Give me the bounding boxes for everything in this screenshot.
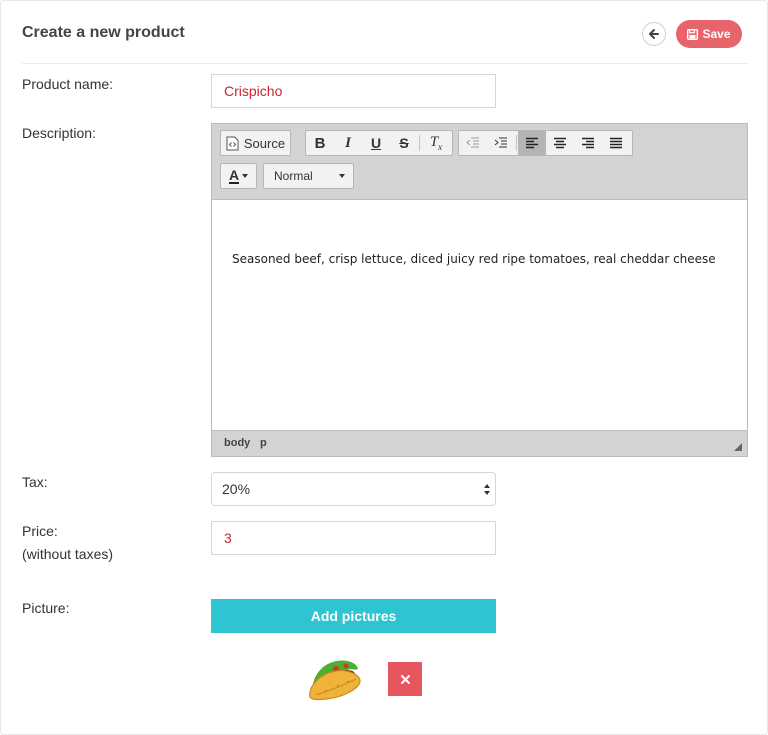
add-pictures-button[interactable]: Add pictures bbox=[211, 599, 496, 633]
arrow-left-icon bbox=[649, 29, 659, 39]
save-button-label: Save bbox=[702, 27, 731, 41]
editor-toolbar: Source B I U S Tx A Normal bbox=[212, 124, 747, 200]
source-button[interactable]: Source bbox=[221, 131, 290, 155]
text-color-icon: A bbox=[228, 166, 240, 184]
align-left-button[interactable] bbox=[518, 131, 546, 155]
align-center-button[interactable] bbox=[546, 131, 574, 155]
paragraph-group bbox=[458, 130, 633, 156]
price-sublabel: (without taxes) bbox=[22, 546, 114, 562]
header-divider bbox=[22, 63, 749, 64]
path-body[interactable]: body bbox=[224, 437, 250, 449]
description-label: Description: bbox=[22, 125, 96, 141]
outdent-icon bbox=[466, 137, 479, 148]
indent-icon bbox=[494, 137, 507, 148]
italic-icon: I bbox=[345, 134, 351, 151]
price-label: Price: bbox=[22, 523, 58, 539]
toolbar-separator bbox=[516, 135, 517, 151]
description-editor: Source B I U S Tx A Normal Seasoned beef… bbox=[211, 123, 748, 457]
source-icon bbox=[226, 136, 239, 150]
underline-icon: U bbox=[370, 135, 382, 151]
source-button-label: Source bbox=[243, 135, 286, 151]
editor-paragraph: Seasoned beef, crisp lettuce, diced juic… bbox=[232, 252, 716, 266]
align-right-icon bbox=[582, 137, 594, 149]
remove-format-button[interactable]: Tx bbox=[421, 131, 451, 155]
times-icon bbox=[400, 674, 410, 684]
tax-label: Tax: bbox=[22, 474, 48, 490]
text-color-group: A bbox=[220, 163, 257, 189]
source-group: Source bbox=[220, 130, 291, 156]
floppy-disk-icon bbox=[687, 28, 699, 40]
tax-select-value: 20% bbox=[222, 481, 251, 497]
basic-styles-group: B I U S Tx bbox=[305, 130, 453, 156]
outdent-button[interactable] bbox=[459, 131, 487, 155]
product-name-input[interactable]: Crispicho bbox=[211, 74, 496, 108]
editor-content-area[interactable]: Seasoned beef, crisp lettuce, diced juic… bbox=[212, 200, 747, 430]
select-arrows-icon bbox=[484, 484, 490, 495]
back-button[interactable] bbox=[642, 22, 666, 46]
add-pictures-label: Add pictures bbox=[310, 608, 397, 624]
strikethrough-icon: S bbox=[399, 135, 409, 151]
align-center-icon bbox=[554, 137, 566, 149]
product-name-label: Product name: bbox=[22, 76, 114, 92]
price-input[interactable]: 3 bbox=[211, 521, 496, 555]
indent-button[interactable] bbox=[487, 131, 515, 155]
save-button[interactable]: Save bbox=[676, 20, 742, 48]
page-title: Create a new product bbox=[22, 24, 185, 41]
justify-button[interactable] bbox=[602, 131, 630, 155]
picture-label: Picture: bbox=[22, 600, 70, 616]
strikethrough-button[interactable]: S bbox=[390, 131, 418, 155]
toolbar-separator bbox=[419, 135, 420, 151]
align-right-button[interactable] bbox=[574, 131, 602, 155]
format-select[interactable]: Normal bbox=[263, 163, 354, 189]
justify-icon bbox=[610, 137, 622, 149]
remove-picture-button[interactable] bbox=[388, 662, 422, 696]
tax-select[interactable]: 20% bbox=[211, 472, 496, 506]
align-left-icon bbox=[526, 137, 538, 149]
chevron-down-icon bbox=[242, 174, 249, 178]
resize-handle-icon[interactable] bbox=[734, 443, 742, 451]
bold-button[interactable]: B bbox=[306, 131, 334, 155]
chevron-down-icon bbox=[339, 174, 345, 178]
text-color-button[interactable]: A bbox=[221, 164, 256, 188]
italic-button[interactable]: I bbox=[334, 131, 362, 155]
bold-icon: B bbox=[314, 134, 326, 152]
editor-status-bar: body p bbox=[212, 430, 747, 456]
path-p[interactable]: p bbox=[260, 437, 267, 449]
format-select-value: Normal bbox=[274, 169, 313, 183]
product-form-panel: Create a new product Save Product name: … bbox=[0, 0, 768, 735]
underline-button[interactable]: U bbox=[362, 131, 390, 155]
remove-format-icon: Tx bbox=[429, 134, 443, 152]
product-picture bbox=[309, 660, 361, 701]
